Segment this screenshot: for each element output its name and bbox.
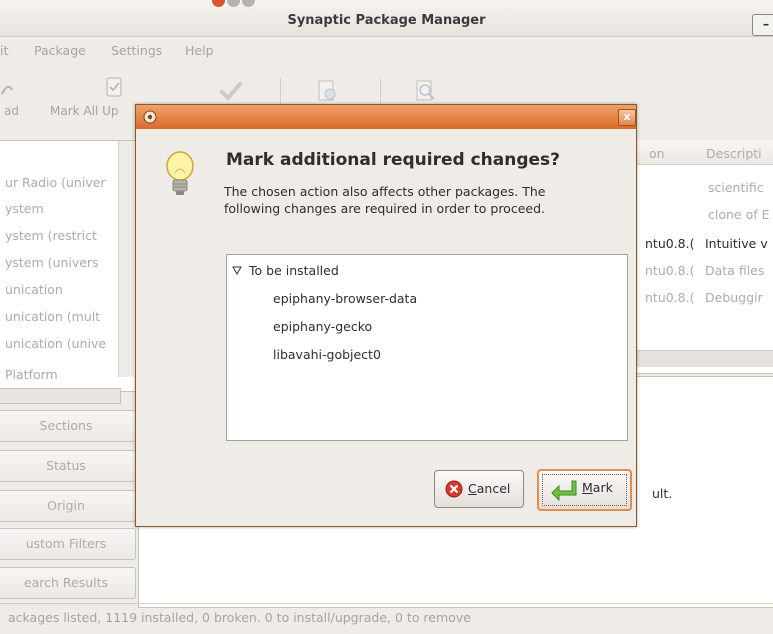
tree-item[interactable]: libavahi-gobject0 xyxy=(273,347,381,362)
mark-changes-dialog: x Mark additional required changes? The … xyxy=(135,104,637,527)
dialog-heading: Mark additional required changes? xyxy=(226,150,561,170)
menu-edit[interactable]: it xyxy=(0,43,8,58)
mark-all-upgrades-label[interactable]: Mark All Up xyxy=(50,104,119,118)
changes-tree[interactable]: To be installed epiphany-browser-data ep… xyxy=(226,254,628,441)
dialog-message: The chosen action also affects other pac… xyxy=(224,184,546,216)
section-row[interactable]: unication xyxy=(5,282,123,297)
menu-help[interactable]: Help xyxy=(185,43,214,58)
apply-icon[interactable] xyxy=(218,80,244,104)
window-title: Synaptic Package Manager xyxy=(287,13,486,28)
filter-search-results-button[interactable]: earch Results xyxy=(0,567,136,599)
filter-status-button[interactable]: Status xyxy=(0,450,136,482)
sections-list[interactable]: ur Radio (univer ystem ystem (restrict y… xyxy=(0,140,137,392)
tree-item[interactable]: epiphany-gecko xyxy=(273,319,372,334)
lightbulb-icon xyxy=(166,151,194,195)
column-version[interactable]: on xyxy=(649,146,665,161)
status-text: ackages listed, 1119 installed, 0 broken… xyxy=(8,610,471,625)
filter-origin-button[interactable]: Origin xyxy=(0,490,136,522)
package-description-cell: Debuggir xyxy=(705,290,763,305)
filter-sections-button[interactable]: Sections xyxy=(0,410,136,442)
package-description-cell: scientific xyxy=(708,180,764,195)
section-row[interactable]: ystem xyxy=(5,201,123,216)
synaptic-app-icon xyxy=(143,110,157,124)
minimize-button[interactable]: – xyxy=(752,14,773,36)
reload-icon[interactable] xyxy=(0,76,14,102)
cancel-button-label: Cancel xyxy=(468,481,511,496)
sections-horizontal-scrollbar[interactable] xyxy=(0,388,121,404)
expander-triangle-icon[interactable] xyxy=(232,266,242,275)
section-row[interactable]: unication (mult xyxy=(5,309,123,324)
package-description-cell: clone of E xyxy=(708,207,770,222)
section-row[interactable]: Platform xyxy=(5,367,123,382)
menu-package[interactable]: Package xyxy=(34,43,86,58)
cancel-icon xyxy=(445,480,463,498)
package-description-cell: Data files xyxy=(705,263,765,278)
mark-all-upgrades-icon[interactable] xyxy=(104,76,126,100)
package-version-cell: ntu0.8.( xyxy=(645,263,695,278)
dialog-close-button[interactable]: x xyxy=(618,109,636,126)
sections-scrollbar[interactable] xyxy=(118,141,134,377)
mark-arrow-icon xyxy=(551,480,577,501)
column-description[interactable]: Descripti xyxy=(706,146,762,161)
section-row[interactable]: ystem (univers xyxy=(5,255,123,270)
package-description-cell: Intuitive v xyxy=(705,236,768,251)
properties-icon[interactable] xyxy=(316,78,340,104)
window-titlebar: Synaptic Package Manager – xyxy=(0,0,773,37)
section-row[interactable]: unication (unive xyxy=(5,336,123,351)
menu-settings[interactable]: Settings xyxy=(111,43,162,58)
package-version-cell: ntu0.8.( xyxy=(645,236,695,251)
reload-button-label[interactable]: ad xyxy=(4,104,19,118)
section-row[interactable]: ur Radio (univer xyxy=(5,175,123,190)
tree-item[interactable]: epiphany-browser-data xyxy=(273,291,417,306)
cancel-button[interactable]: Cancel xyxy=(434,470,524,508)
statusbar: ackages listed, 1119 installed, 0 broken… xyxy=(0,603,773,634)
search-icon[interactable] xyxy=(414,78,438,104)
dialog-titlebar: x xyxy=(136,105,636,129)
mark-button[interactable]: Mark xyxy=(537,469,632,511)
section-row[interactable]: ystem (restrict xyxy=(5,228,123,243)
package-version-cell: ntu0.8.( xyxy=(645,290,695,305)
menubar: it Package Settings Help xyxy=(0,37,773,63)
filter-custom-button[interactable]: ustom Filters xyxy=(0,528,136,560)
window-controls-fragment xyxy=(212,0,257,10)
mark-button-label: Mark xyxy=(582,480,613,495)
description-text: ult. xyxy=(652,486,673,501)
tree-group-label[interactable]: To be installed xyxy=(249,263,339,278)
